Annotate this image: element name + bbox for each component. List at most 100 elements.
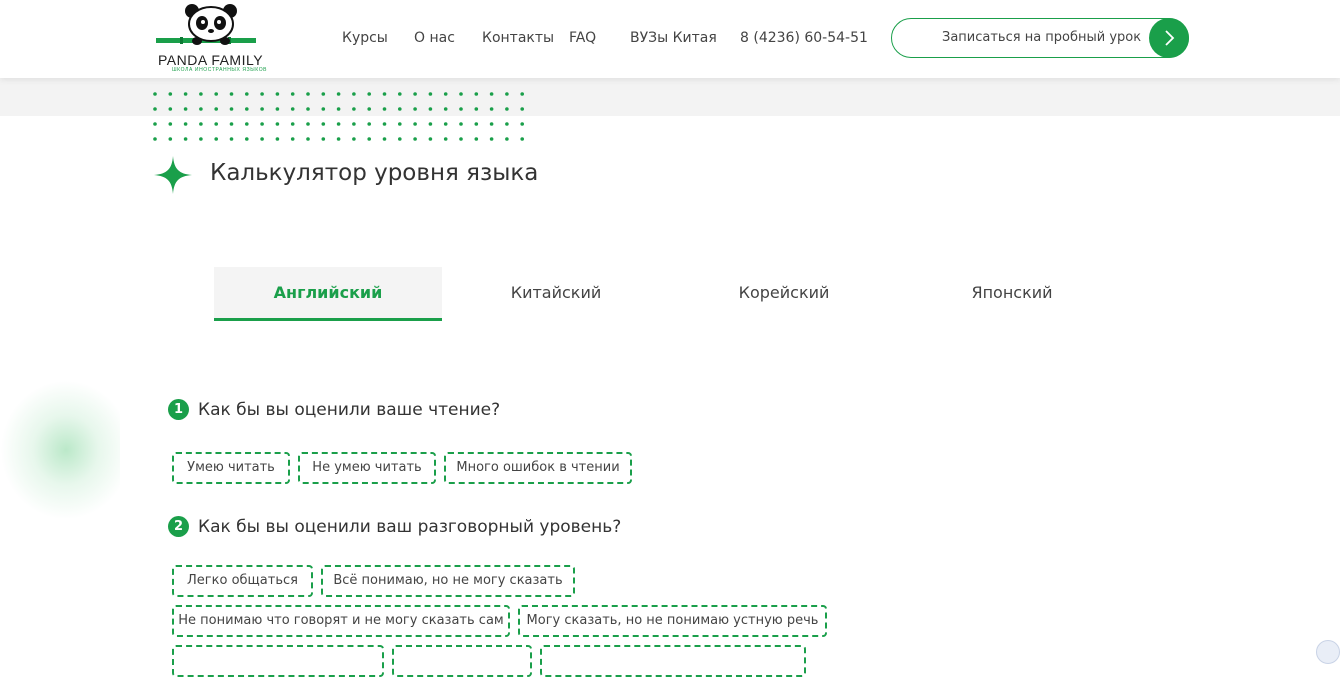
decoration-dot	[229, 107, 234, 111]
decoration-dot	[199, 92, 203, 96]
decoration-dot	[352, 92, 356, 96]
decoration-dot	[153, 107, 157, 111]
nav-about[interactable]: О нас	[414, 30, 455, 46]
decoration-dot	[367, 107, 371, 111]
decoration-dot	[183, 137, 188, 141]
arrow-right-icon	[1149, 18, 1189, 58]
decoration-dot	[428, 122, 433, 126]
decoration-dot	[413, 92, 417, 96]
decoration-dot	[382, 92, 387, 96]
decoration-dot	[443, 122, 448, 126]
logo-subtext: ШКОЛА ИНОСТРАННЫХ ЯЗЫКОВ	[172, 67, 268, 73]
decoration-dot	[413, 107, 417, 111]
option-speak-not-understand[interactable]: Могу сказать, но не понимаю устную речь	[518, 605, 827, 637]
option-not-understand-not-speak[interactable]: Не понимаю что говорят и не могу сказать…	[172, 605, 510, 637]
nav-phone[interactable]: 8 (4236) 60-54-51	[740, 30, 868, 46]
decoration-dot	[474, 92, 479, 96]
decoration-dot	[352, 107, 356, 111]
option-reading-errors[interactable]: Много ошибок в чтении	[444, 452, 632, 484]
question-number-badge: 2	[168, 516, 189, 537]
decoration-dot	[214, 107, 218, 111]
decoration-dot	[168, 92, 173, 96]
decoration-dot	[214, 137, 218, 141]
decoration-dot	[398, 107, 402, 111]
decoration-dot	[352, 137, 356, 141]
star-icon	[154, 156, 192, 194]
nav-universities[interactable]: ВУЗы Китая	[630, 30, 717, 46]
decoration-dot	[336, 122, 341, 126]
chat-widget-icon[interactable]	[1316, 640, 1340, 664]
option-partial[interactable]	[172, 645, 384, 677]
decorative-glow	[0, 380, 120, 520]
decoration-dot	[413, 122, 417, 126]
option-understand-cannot-speak[interactable]: Всё понимаю, но не могу сказать	[321, 565, 575, 597]
decoration-dot	[306, 107, 310, 111]
page-title: Калькулятор уровня языка	[210, 160, 539, 186]
option-can-read[interactable]: Умею читать	[172, 452, 290, 484]
decoration-dot	[489, 107, 494, 111]
decoration-dot	[428, 107, 433, 111]
decoration-dot	[229, 137, 234, 141]
decoration-dot	[382, 122, 387, 126]
decoration-dot	[199, 137, 203, 141]
decoration-dot	[367, 92, 371, 96]
decoration-dot	[505, 122, 509, 126]
decoration-dot	[229, 122, 234, 126]
decoration-dot	[306, 92, 310, 96]
language-tabs: Английский Китайский Корейский Японский	[214, 267, 1126, 321]
decoration-dot	[398, 137, 402, 141]
decoration-dot	[199, 107, 203, 111]
nav-faq[interactable]: FAQ	[569, 30, 596, 46]
decoration-dot	[474, 107, 479, 111]
decoration-dot	[459, 122, 463, 126]
decoration-dot	[489, 92, 494, 96]
decoration-dot	[275, 92, 280, 96]
decoration-dot	[321, 137, 326, 141]
decoration-dot	[443, 137, 448, 141]
option-easy-talk[interactable]: Легко общаться	[172, 565, 313, 597]
tab-chinese[interactable]: Китайский	[442, 267, 670, 321]
decoration-dot	[214, 92, 218, 96]
decoration-dot	[428, 92, 433, 96]
option-cannot-read[interactable]: Не умею читать	[298, 452, 436, 484]
tab-korean[interactable]: Корейский	[670, 267, 898, 321]
decoration-dot	[321, 92, 326, 96]
decoration-dot	[168, 122, 173, 126]
decoration-dot	[214, 122, 218, 126]
decoration-dot	[428, 137, 433, 141]
decoration-dot	[153, 122, 157, 126]
question-text: Как бы вы оценили ваше чтение?	[198, 399, 501, 420]
nav-contacts[interactable]: Контакты	[482, 30, 554, 46]
tab-japanese[interactable]: Японский	[898, 267, 1126, 321]
decoration-dot	[153, 92, 157, 96]
trial-lesson-button[interactable]: Записаться на пробный урок	[891, 18, 1189, 58]
decoration-dot	[459, 107, 463, 111]
decoration-dot	[398, 92, 402, 96]
decoration-dot	[275, 137, 280, 141]
logo[interactable]: PANDA FAMILY ШКОЛА ИНОСТРАННЫХ ЯЗЫКОВ	[150, 4, 270, 74]
decoration-dot	[306, 122, 310, 126]
trial-lesson-label: Записаться на пробный урок	[942, 30, 1142, 45]
option-partial[interactable]	[392, 645, 532, 677]
decoration-dot	[382, 107, 387, 111]
decoration-dot	[275, 122, 280, 126]
tab-english[interactable]: Английский	[214, 267, 442, 321]
option-partial[interactable]	[540, 645, 806, 677]
decoration-dot	[520, 92, 524, 96]
decoration-dot	[443, 92, 448, 96]
nav-courses[interactable]: Курсы	[342, 30, 388, 46]
logo-text: PANDA FAMILY	[158, 52, 264, 68]
decoration-dot	[520, 122, 524, 126]
decoration-dot	[183, 122, 188, 126]
decoration-dot	[505, 137, 509, 141]
decoration-dot	[413, 137, 417, 141]
decoration-dot	[290, 137, 295, 141]
decoration-dot	[474, 122, 479, 126]
decoration-dot	[459, 92, 463, 96]
decoration-dot	[183, 107, 188, 111]
decoration-dot	[229, 92, 234, 96]
decoration-dot	[290, 92, 295, 96]
decoration-dot	[382, 137, 387, 141]
decoration-dot	[245, 122, 249, 126]
decoration-dot	[290, 107, 295, 111]
